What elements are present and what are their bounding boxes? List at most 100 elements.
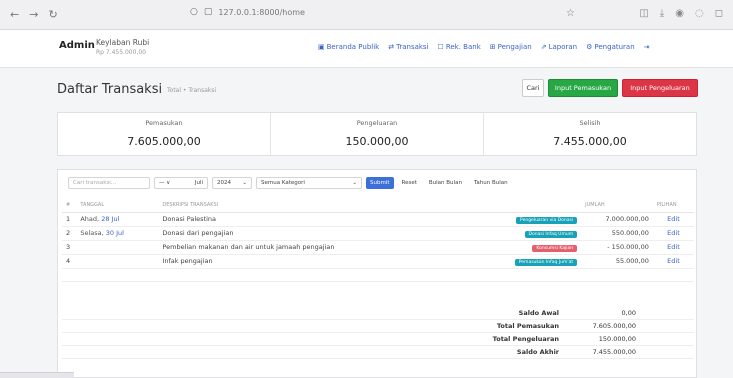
menu-beranda-publik[interactable]: ▣ Beranda Publik [318,43,379,51]
menu-pengaturan[interactable]: ⚙ Pengaturan [586,43,635,51]
total-pemasukan: Total Pemasukan 7.605.000,00 [62,320,694,333]
export-pdf-button[interactable]: Tahun Bulan [470,177,512,189]
reset-button[interactable]: Reset [398,177,421,189]
menu-transaksi[interactable]: ⇄ Transaksi [388,43,428,51]
row-number: 3 [62,240,77,255]
category-badge: Konsumsi Kajian [532,244,578,252]
total-value: 7.605.000,00 [592,322,636,330]
url-text[interactable]: 127.0.0.1:8000/home [218,8,305,17]
table-row: 2 Selasa, 30 Jul Donasi dari pengajian D… [62,226,694,241]
search-button[interactable]: Cari [522,79,544,97]
transactions-card: Cari transaksi... — ∨ Juli 2024 ⌄ Semua … [57,169,697,378]
user-name: Keylaban Rubi [96,38,150,47]
bank-icon: ☐ [437,43,444,51]
summary-label: Selisih [579,119,601,127]
total-value: 150.000,00 [598,335,636,343]
calendar-icon: ⊞ [489,43,496,51]
edit-link[interactable]: Edit [667,229,680,237]
summary-selisih: Selisih 7.455.000,00 [484,113,696,155]
menu-laporan[interactable]: ⇗ Laporan [541,43,577,51]
col-tanggal: TANGGAL [76,199,159,213]
year-select[interactable]: 2024 ⌄ [212,177,252,189]
menu-rek-bank[interactable]: ☐ Rek. Bank [438,43,481,51]
reload-icon[interactable]: ↻ [48,8,57,21]
month-value: Juli [194,180,203,186]
breadcrumb: Total • Transaksi [167,87,217,94]
table-row-empty [62,268,694,282]
edit-link[interactable]: Edit [667,257,680,265]
table-header-row: # TANGGAL DESKRIPSI TRANSAKSI JUMLAH PIL… [62,199,694,213]
category-badge: Donasi Infaq Umum [524,230,578,238]
total-saldo-akhir: Saldo Akhir 7.455.000,00 [62,346,694,359]
address-bar[interactable]: ○ ▢ 127.0.0.1:8000/home [190,7,305,17]
col-jumlah: JUMLAH [581,199,653,213]
total-label: Saldo Awal [518,309,559,317]
back-icon[interactable]: ← [10,8,19,21]
row-amount: - 150.000,00 [581,240,653,255]
user-balance: Rp 7.455.000,00 [96,49,146,56]
main-menu: ▣ Beranda Publik ⇄ Transaksi ☐ Rek. Bank ⊞ P… [318,43,652,51]
date-link[interactable]: 30 Jul [106,229,124,237]
pocket-icon[interactable]: ◫ [639,8,648,19]
summary-pemasukan: Pemasukan 7.605.000,00 [58,113,271,155]
edit-link[interactable]: Edit [667,215,680,223]
menu-pengajian[interactable]: ⊞ Pengajian [490,43,532,51]
extension-icon[interactable]: ◌ [695,8,704,19]
menu-logout[interactable]: ⇥ [644,43,652,51]
logout-icon: ⇥ [643,43,650,51]
month-select[interactable]: — ∨ Juli [154,177,208,189]
page-icon: ▢ [203,7,213,17]
table-row: 4 Infak pengajian Pemasukan Infaq Jum'at… [62,254,694,269]
chevron-down-icon: ⌄ [242,180,247,186]
total-label: Total Pemasukan [496,322,559,330]
row-description: Infak pengajian [158,254,487,269]
summary-label: Pengeluaran [356,119,398,127]
edit-link[interactable]: Edit [667,243,680,251]
totals-section: Saldo Awal 0,00 Total Pemasukan 7.605.00… [62,307,694,359]
col-kategori [486,199,582,213]
row-amount: 7.000.000,00 [581,212,653,227]
year-value: 2024 [217,180,231,186]
status-tooltip [0,372,74,378]
row-amount: 550.000,00 [581,226,653,241]
gear-icon: ⚙ [586,43,593,51]
col-no: # [62,199,77,213]
input-pemasukan-button[interactable]: Input Pemasukan [548,79,618,97]
home-icon: ▣ [318,43,325,51]
category-badge: Pengeluaran via Donasi [516,216,578,224]
bookmark-star-icon[interactable]: ☆ [566,8,575,19]
col-pilihan: PILIHAN [652,199,694,213]
search-input[interactable]: Cari transaksi... [68,177,150,189]
brand-logo[interactable]: Admin [59,40,95,51]
row-description: Pembelian makanan dan air untuk jamaah p… [158,240,487,255]
app-header: Admin Keylaban Rubi Rp 7.455.000,00 ▣ Ber… [0,30,733,68]
row-date [76,254,159,269]
total-label: Saldo Akhir [516,348,559,356]
row-date: Ahad, 28 Jul [76,212,159,227]
report-icon: ⇗ [540,43,547,51]
browser-nav: ← → ↻ [0,8,58,21]
filter-bar: Cari transaksi... — ∨ Juli 2024 ⌄ Semua … [68,177,512,189]
total-value: 7.455.000,00 [592,348,636,356]
shield-icon: ○ [190,7,198,17]
category-select[interactable]: Semua Kategori ⌄ [256,177,362,189]
summary-value: 7.605.000,00 [127,135,201,148]
row-number: 1 [62,212,77,227]
export-excel-button[interactable]: Bulan Bulan [425,177,466,189]
browser-toolbar: ← → ↻ ○ ▢ 127.0.0.1:8000/home ☆ ◫ ⤓ ◉ ◌ … [0,0,733,30]
forward-icon[interactable]: → [29,8,38,21]
total-label: Total Pengeluaran [492,335,559,343]
menu-icon[interactable]: ◻ [715,8,723,19]
download-icon[interactable]: ⤓ [660,8,664,19]
date-link[interactable]: 28 Jul [101,215,119,223]
input-pengeluaran-button[interactable]: Input Pengeluaran [622,79,698,97]
submit-button[interactable]: Submit [366,177,394,189]
browser-extensions: ◫ ⤓ ◉ ◌ ◻ [639,8,723,19]
account-icon[interactable]: ◉ [675,8,684,19]
category-value: Semua Kategori [261,180,305,186]
table-row: 3 Pembelian makanan dan air untuk jamaah… [62,240,694,255]
summary-value: 7.455.000,00 [553,135,627,148]
row-date [76,240,159,255]
row-amount: 55.000,00 [581,254,653,269]
exchange-icon: ⇄ [388,43,395,51]
